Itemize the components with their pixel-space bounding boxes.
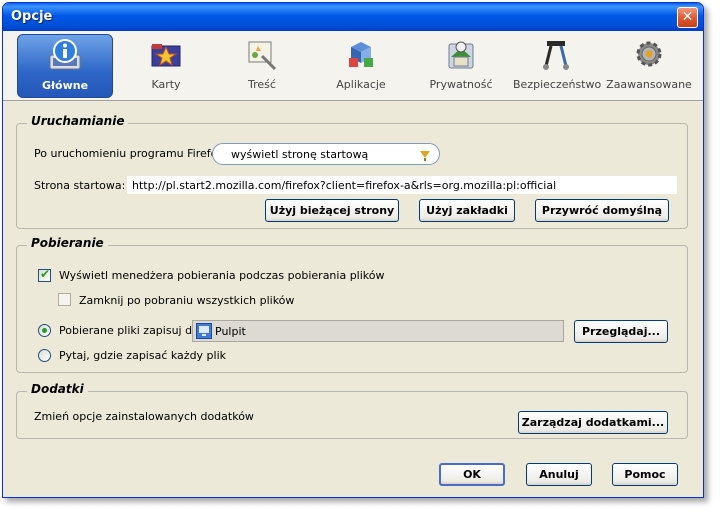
options-toolbar: Główne Karty Treść Aplikacje Prywatność … [3, 31, 703, 101]
addons-description: Zmień opcje zainstalowanych dodatków [34, 410, 254, 423]
close-button[interactable]: ✕ [677, 7, 698, 28]
monitor-info-icon [49, 39, 81, 70]
tab-privacy[interactable]: Prywatność [413, 34, 509, 98]
ask-location-radio[interactable] [38, 349, 51, 362]
homepage-value: http://pl.start2.mozilla.com/firefox?cli… [132, 179, 557, 192]
content-icon [248, 41, 277, 71]
manage-addons-button[interactable]: Zarządzaj dodatkami... [518, 411, 668, 434]
tab-main[interactable]: Główne [17, 34, 113, 98]
security-icon [543, 41, 569, 70]
downloads-group: Pobieranie Wyświetl menedżera pobierania… [16, 236, 688, 373]
homepage-input[interactable]: http://pl.start2.mozilla.com/firefox?cli… [126, 175, 678, 195]
tab-security[interactable]: Bezpieczeństwo [513, 34, 602, 98]
tab-tabs[interactable]: Karty [121, 34, 211, 98]
applications-icon [349, 42, 373, 67]
privacy-icon [448, 41, 474, 69]
tabs-icon [151, 44, 181, 67]
title-bar[interactable]: Opcje ✕ [3, 3, 703, 31]
ask-location-label: Pytaj, gdzie zapisać każdy plik [59, 349, 227, 362]
on-start-select[interactable]: wyświetl stronę startową [212, 143, 440, 165]
on-start-label: Po uruchomieniu programu Firefox: [34, 147, 228, 160]
show-manager-checkbox[interactable] [38, 267, 51, 282]
cancel-button[interactable]: Anuluj [526, 463, 592, 486]
tab-content[interactable]: Treść [217, 34, 307, 98]
on-start-value: wyświetl stronę startową [231, 148, 369, 161]
homepage-label: Strona startowa: [34, 179, 126, 192]
tab-label: Główne [41, 79, 89, 92]
tab-label: Prywatność [429, 78, 493, 91]
desktop-folder-icon [196, 323, 212, 339]
dropdown-arrow-icon [420, 151, 430, 161]
gear-icon [636, 41, 662, 67]
browse-button[interactable]: Przeglądaj... [574, 320, 668, 343]
restore-default-button[interactable]: Przywróć domyślną [535, 199, 669, 222]
close-when-done-label: Zamknij po pobraniu wszystkich plików [79, 294, 295, 307]
tab-label: Treść [248, 78, 276, 91]
close-when-done-checkbox[interactable] [58, 293, 71, 306]
ok-button[interactable]: OK [439, 463, 505, 486]
use-current-page-button[interactable]: Użyj bieżącej strony [265, 199, 399, 222]
show-manager-label: Wyświetl menedżera pobierania podczas po… [59, 269, 385, 282]
addons-title: Dodatki [27, 382, 88, 396]
tab-label: Aplikacje [336, 78, 386, 91]
tab-label: Bezpieczeństwo [513, 78, 602, 91]
save-path-field: Pulpit [192, 320, 564, 342]
save-path-value: Pulpit [215, 325, 246, 338]
options-window: Opcje ✕ Główne Karty Treść Aplikacje Pry… [2, 2, 704, 498]
startup-title: Uruchamianie [27, 114, 129, 128]
tab-label: Zaawansowane [606, 78, 692, 91]
startup-group: Uruchamianie Po uruchomieniu programu Fi… [16, 114, 688, 229]
use-bookmark-button[interactable]: Użyj zakładki [419, 199, 515, 222]
help-button[interactable]: Pomoc [612, 463, 678, 486]
tab-label: Karty [151, 78, 181, 91]
addons-group: Dodatki Zmień opcje zainstalowanych doda… [16, 382, 688, 439]
save-to-label: Pobierane pliki zapisuj do: [59, 324, 203, 337]
window-title: Opcje [11, 9, 53, 24]
downloads-title: Pobieranie [27, 236, 108, 250]
tab-advanced[interactable]: Zaawansowane [603, 34, 695, 98]
save-to-radio[interactable] [38, 324, 51, 337]
tab-applications[interactable]: Aplikacje [313, 34, 409, 98]
